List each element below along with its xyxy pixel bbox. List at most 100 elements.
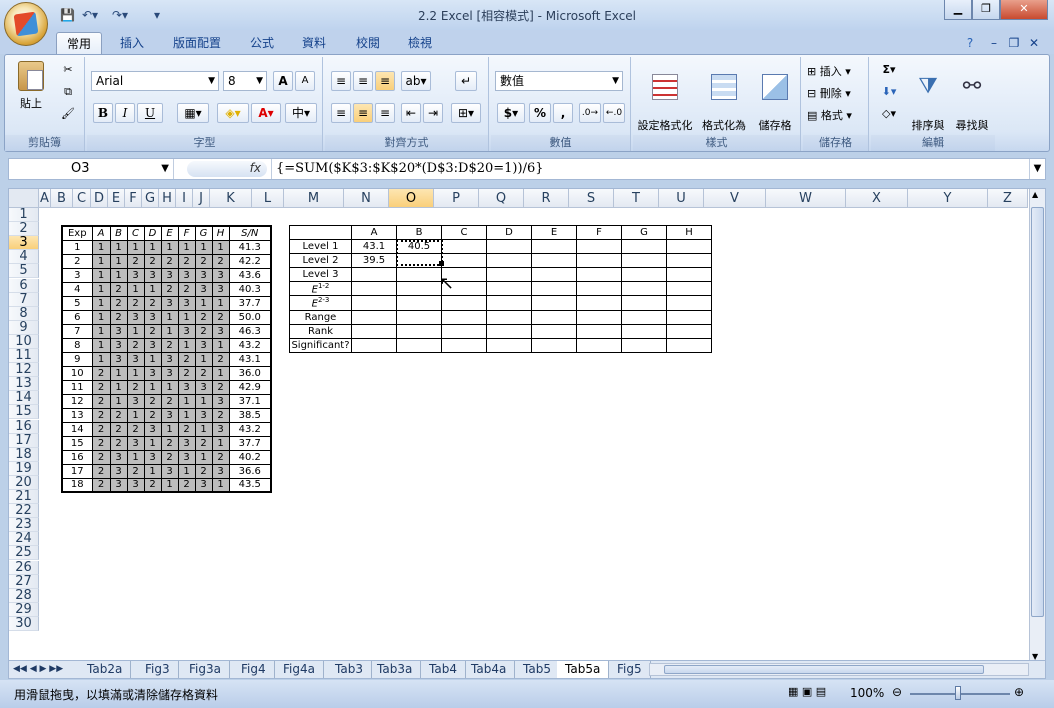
- phonetic-icon[interactable]: 中▾: [285, 103, 317, 123]
- formula-input[interactable]: {=SUM($K$3:$K$20*(D$3:D$20=1))/6}: [271, 159, 544, 179]
- table1-cell[interactable]: 2: [211, 449, 230, 465]
- table1-cell[interactable]: 2: [143, 477, 162, 493]
- table1-cell[interactable]: 2: [143, 407, 162, 423]
- table1-cell[interactable]: 43.5: [228, 477, 272, 493]
- table1-cell[interactable]: 3: [211, 323, 230, 339]
- row-header-26[interactable]: 26: [9, 560, 39, 575]
- table1-cell[interactable]: 1: [143, 463, 162, 479]
- table2-cell[interactable]: Rank: [289, 323, 352, 339]
- column-header-y[interactable]: Y: [908, 189, 988, 208]
- tab-home[interactable]: 常用: [56, 32, 102, 54]
- paste-button[interactable]: 貼上: [13, 61, 49, 121]
- column-header-o[interactable]: O: [389, 189, 434, 208]
- table1-cell[interactable]: 2: [91, 421, 111, 437]
- row-header-13[interactable]: 13: [9, 377, 39, 392]
- insert-cells-button[interactable]: ⊞ 插入 ▾: [807, 63, 867, 79]
- column-header-d[interactable]: D: [91, 189, 108, 208]
- table2-header-cell[interactable]: B: [396, 225, 442, 240]
- table2-cell[interactable]: Level 1: [289, 239, 352, 254]
- table2-cell[interactable]: [531, 267, 577, 282]
- table1-cell[interactable]: 1: [91, 239, 111, 255]
- table1-header-cell[interactable]: C: [126, 225, 145, 241]
- table1-cell[interactable]: 50.0: [228, 309, 272, 325]
- table2-cell[interactable]: [666, 253, 712, 268]
- sheet-tab-fig3[interactable]: Fig3: [137, 661, 179, 678]
- table2-cell[interactable]: [621, 239, 667, 254]
- column-header-q[interactable]: Q: [479, 189, 524, 208]
- table1-cell[interactable]: 3: [143, 267, 162, 283]
- table1-cell[interactable]: 2: [194, 309, 213, 325]
- table1-cell[interactable]: 2: [109, 407, 128, 423]
- align-right-icon[interactable]: ≡: [375, 103, 395, 123]
- column-header-a[interactable]: A: [39, 189, 51, 208]
- sheet-tab-tab4[interactable]: Tab4: [421, 661, 466, 678]
- table1-cell[interactable]: 1: [194, 421, 213, 437]
- table2-header-cell[interactable]: G: [621, 225, 667, 240]
- table2-cell[interactable]: [531, 323, 577, 339]
- table1-cell[interactable]: 2: [126, 421, 145, 437]
- table1-cell[interactable]: 1: [211, 239, 230, 255]
- table1-cell[interactable]: 3: [160, 365, 179, 381]
- table1-cell[interactable]: 3: [194, 281, 213, 297]
- table2-cell[interactable]: [396, 267, 442, 282]
- borders-icon[interactable]: ▦▾: [177, 103, 209, 123]
- expand-formula-icon[interactable]: ▼: [1029, 159, 1045, 179]
- row-header-29[interactable]: 29: [9, 602, 39, 617]
- table2-cell[interactable]: [621, 280, 667, 297]
- column-header-n[interactable]: N: [344, 189, 389, 208]
- table2-header-cell[interactable]: [289, 225, 352, 240]
- table1-cell[interactable]: 2: [91, 477, 111, 493]
- zoom-slider-thumb[interactable]: [955, 686, 961, 700]
- table2-cell[interactable]: [576, 337, 622, 353]
- help-icon[interactable]: ?: [960, 32, 980, 54]
- table1-cell[interactable]: 3: [194, 379, 213, 395]
- table1-cell[interactable]: 3: [160, 463, 179, 479]
- sheet-nav-icons[interactable]: ◀◀ ◀ ▶ ▶▶: [13, 661, 63, 678]
- table2-cell[interactable]: [441, 323, 487, 339]
- table1-cell[interactable]: 3: [61, 267, 93, 283]
- table2-cell[interactable]: [666, 267, 712, 282]
- column-header-e[interactable]: E: [108, 189, 125, 208]
- row-header-8[interactable]: 8: [9, 306, 39, 321]
- table1-cell[interactable]: 2: [160, 449, 179, 465]
- table1-cell[interactable]: 2: [109, 421, 128, 437]
- table2-cell[interactable]: Significant?: [289, 337, 352, 353]
- table1-cell[interactable]: 1: [143, 239, 162, 255]
- table1-cell[interactable]: 1: [91, 281, 111, 297]
- row-header-4[interactable]: 4: [9, 250, 39, 265]
- sheet-tab-tab5[interactable]: Tab5: [515, 661, 560, 678]
- table2-cell[interactable]: [666, 309, 712, 325]
- table2-header-cell[interactable]: C: [441, 225, 487, 240]
- table2-cell[interactable]: [351, 295, 397, 311]
- tab-review[interactable]: 校閱: [346, 32, 390, 54]
- table1-cell[interactable]: 1: [177, 239, 196, 255]
- row-header-24[interactable]: 24: [9, 532, 39, 547]
- table1-cell[interactable]: 13: [61, 407, 93, 423]
- table1-cell[interactable]: 1: [126, 365, 145, 381]
- column-header-m[interactable]: M: [284, 189, 344, 208]
- vertical-scrollbar[interactable]: ▲ ▼: [1029, 189, 1045, 660]
- table2-header-cell[interactable]: F: [576, 225, 622, 240]
- table2-cell[interactable]: [666, 280, 712, 297]
- table1-cell[interactable]: 4: [61, 281, 93, 297]
- table1-cell[interactable]: 3: [109, 323, 128, 339]
- table1-cell[interactable]: 2: [91, 379, 111, 395]
- delete-cells-button[interactable]: ⊟ 刪除 ▾: [807, 85, 867, 101]
- scroll-down-icon[interactable]: ▼: [1032, 652, 1038, 660]
- grow-font-button[interactable]: A: [273, 71, 293, 91]
- horizontal-scrollbar[interactable]: [649, 663, 1029, 676]
- table1-cell[interactable]: 1: [194, 393, 213, 409]
- table1-cell[interactable]: 3: [194, 267, 213, 283]
- autosum-button[interactable]: Σ▾: [877, 63, 901, 76]
- table1-cell[interactable]: 5: [61, 295, 93, 311]
- table2-cell[interactable]: [621, 337, 667, 353]
- table1-cell[interactable]: 1: [126, 323, 145, 339]
- table1-cell[interactable]: 1: [160, 421, 179, 437]
- column-header-c[interactable]: C: [73, 189, 91, 208]
- table1-cell[interactable]: 3: [160, 267, 179, 283]
- table2-cell[interactable]: E2-3: [289, 295, 352, 311]
- table1-cell[interactable]: 1: [126, 239, 145, 255]
- table2-cell[interactable]: [621, 323, 667, 339]
- decrease-indent-icon[interactable]: ⇤: [401, 103, 421, 123]
- table2-cell[interactable]: [531, 239, 577, 254]
